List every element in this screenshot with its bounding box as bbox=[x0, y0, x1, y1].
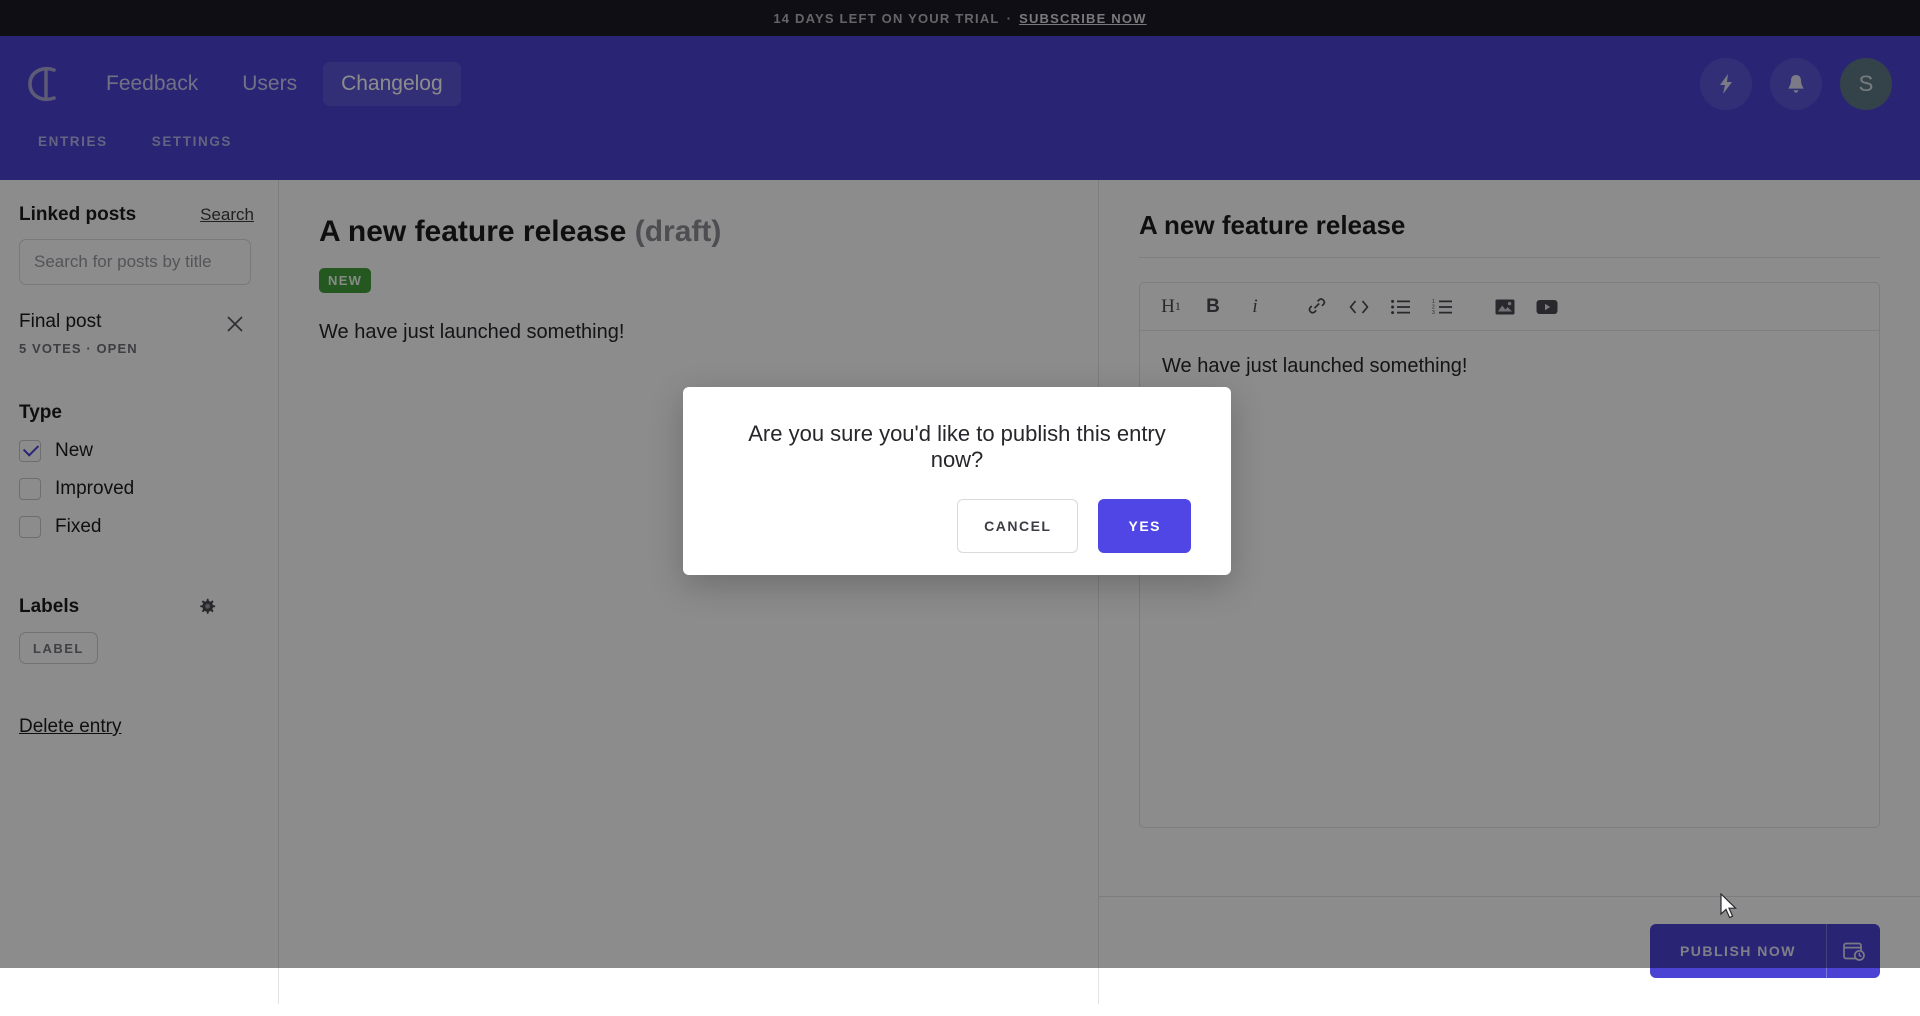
preview-bottom-floating-bar bbox=[511, 972, 851, 1016]
cancel-button[interactable]: CANCEL bbox=[957, 499, 1079, 553]
publish-confirmation-dialog: Are you sure you'd like to publish this … bbox=[683, 387, 1231, 575]
dialog-actions: CANCEL YES bbox=[723, 499, 1191, 553]
confirm-yes-button[interactable]: YES bbox=[1098, 499, 1191, 553]
dialog-message: Are you sure you'd like to publish this … bbox=[748, 421, 1166, 472]
